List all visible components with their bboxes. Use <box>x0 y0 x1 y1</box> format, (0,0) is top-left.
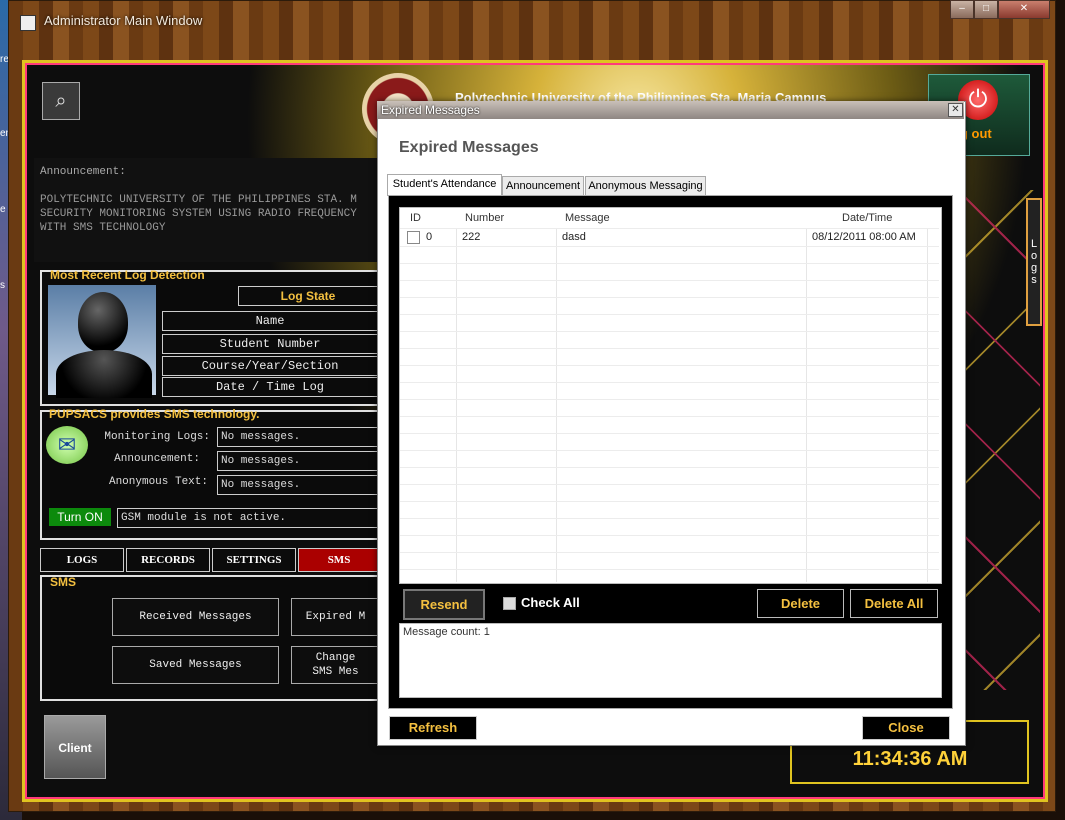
grid-row-line <box>400 467 939 468</box>
grid-row-line <box>400 416 939 417</box>
client-button[interactable]: Client <box>44 715 106 779</box>
avatar-head <box>78 292 128 352</box>
grid-row-line <box>400 518 939 519</box>
sms-section-title: SMS <box>50 575 77 589</box>
announcement-title: Announcement: <box>40 166 126 178</box>
cell-number: 222 <box>462 231 481 243</box>
minimize-button[interactable]: – <box>950 0 974 19</box>
saved-messages-button[interactable]: Saved Messages <box>112 646 279 684</box>
grid-column-divider <box>556 228 557 582</box>
name-label: Name <box>162 311 378 331</box>
column-header-id[interactable]: ID <box>410 212 421 224</box>
grid-row-line <box>400 280 939 281</box>
grid-row-line <box>400 297 939 298</box>
grid-column-divider <box>456 228 457 582</box>
expired-messages-button[interactable]: Expired M <box>291 598 380 636</box>
grid-row-line <box>400 433 939 434</box>
announcement-sms-label: Announcement: <box>114 453 200 465</box>
row-checkbox[interactable] <box>407 231 420 244</box>
tab-anonymous-messaging[interactable]: Anonymous Messaging <box>585 176 706 196</box>
tab-records[interactable]: RECORDS <box>126 548 210 572</box>
envelope-icon: ✉ <box>46 426 88 464</box>
column-header-datetime[interactable]: Date/Time <box>842 212 892 224</box>
sms-info-title: PUPSACS provides SMS technology. <box>49 407 260 421</box>
grid-row-line <box>400 263 939 264</box>
check-all-checkbox[interactable] <box>503 597 516 610</box>
dialog-close-icon[interactable]: ✕ <box>948 103 963 117</box>
grid-row-line <box>400 331 939 332</box>
cell-message: dasd <box>562 231 586 243</box>
received-messages-button[interactable]: Received Messages <box>112 598 279 636</box>
cell-id: 0 <box>426 231 433 243</box>
grid-row-line <box>400 246 939 247</box>
maximize-button[interactable]: □ <box>974 0 998 19</box>
app-icon <box>20 15 36 31</box>
close-window-button[interactable]: ✕ <box>998 0 1050 19</box>
delete-button[interactable]: Delete <box>757 589 844 618</box>
resend-button[interactable]: Resend <box>403 589 485 620</box>
close-button[interactable]: Close <box>862 716 950 740</box>
tab-students-attendance[interactable]: Student's Attendance <box>387 174 502 196</box>
grid-row-line <box>400 228 939 229</box>
grid-column-divider <box>806 228 807 582</box>
tab-sms[interactable]: SMS <box>298 548 380 572</box>
turn-on-button[interactable]: Turn ON <box>49 508 111 526</box>
tab-logs[interactable]: LOGS <box>40 548 124 572</box>
monitoring-logs-label: Monitoring Logs: <box>104 431 210 443</box>
recent-log-title: Most Recent Log Detection <box>50 268 205 282</box>
message-count: Message count: 1 <box>403 626 490 638</box>
anonymous-text-label: Anonymous Text: <box>108 476 208 488</box>
column-header-number[interactable]: Number <box>465 212 504 224</box>
logs-side-tab[interactable]: L o g s <box>1026 198 1042 326</box>
change-sms-button[interactable]: Change SMS Mes <box>291 646 380 684</box>
grid-row-line <box>400 399 939 400</box>
datetime-label: Date / Time Log <box>162 377 378 397</box>
check-all-label[interactable]: Check All <box>521 595 580 610</box>
grid-row-line <box>400 365 939 366</box>
grid-row-line <box>400 484 939 485</box>
grid-row-line <box>400 348 939 349</box>
grid-column-divider <box>927 228 928 582</box>
desktop-label: s <box>0 280 5 291</box>
window-title: Administrator Main Window <box>44 13 203 28</box>
announcement-body: POLYTECHNIC UNIVERSITY OF THE PHILIPPINE… <box>40 194 357 234</box>
grid-row-line <box>400 314 939 315</box>
gsm-status: GSM module is not active. <box>117 508 382 528</box>
tab-settings[interactable]: SETTINGS <box>212 548 296 572</box>
course-label: Course/Year/Section <box>162 356 378 376</box>
binoculars-icon[interactable]: ⌕ <box>42 82 80 120</box>
column-header-message[interactable]: Message <box>565 212 610 224</box>
grid-row-line <box>400 535 939 536</box>
avatar-body <box>56 350 152 398</box>
dialog-title: Expired Messages <box>381 103 480 117</box>
grid-row-line <box>400 552 939 553</box>
announcement-sms-value: No messages. <box>217 451 379 471</box>
grid-row-line <box>400 382 939 383</box>
clock: 11:34:36 AM <box>852 748 968 770</box>
grid-row-line <box>400 569 939 570</box>
student-number-label: Student Number <box>162 334 378 354</box>
log-state-label: Log State <box>238 286 378 306</box>
tab-announcement[interactable]: Announcement <box>502 176 584 196</box>
cell-datetime: 08/12/2011 08:00 AM <box>812 231 916 243</box>
grid-row-line <box>400 501 939 502</box>
monitoring-logs-value: No messages. <box>217 427 379 447</box>
grid-row-line <box>400 450 939 451</box>
refresh-button[interactable]: Refresh <box>389 716 477 740</box>
anonymous-text-value: No messages. <box>217 475 379 495</box>
delete-all-button[interactable]: Delete All <box>850 589 938 618</box>
dialog-header: Expired Messages <box>399 139 539 156</box>
